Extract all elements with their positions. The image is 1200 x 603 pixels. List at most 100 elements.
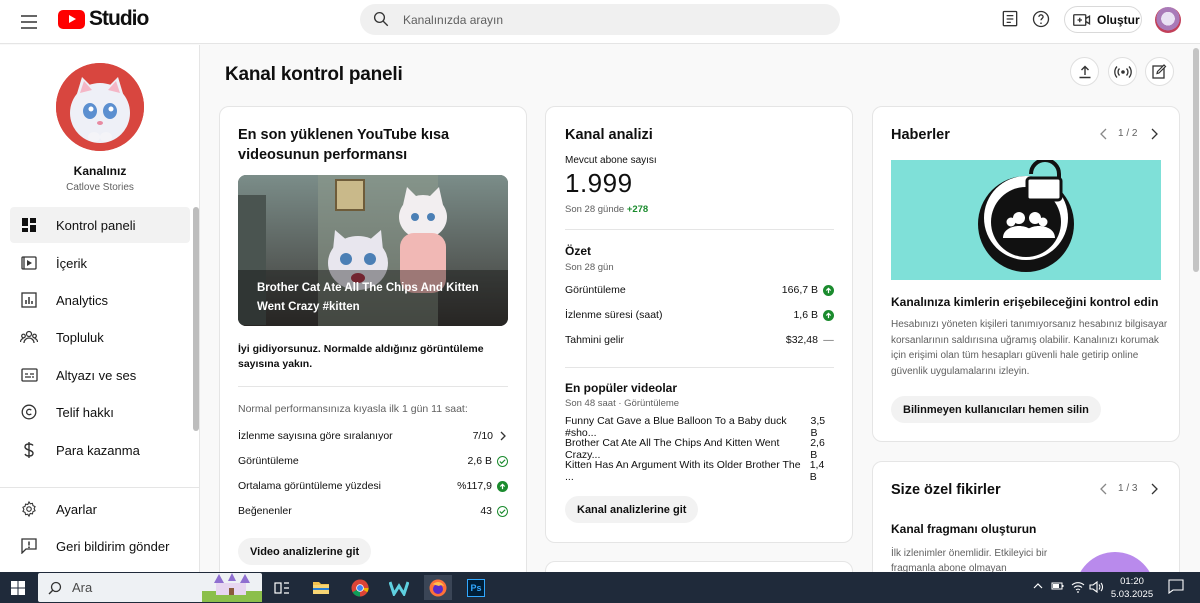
- create-button[interactable]: Oluştur: [1064, 6, 1142, 33]
- feedback-icon: [19, 536, 39, 556]
- video-analytics-button[interactable]: Video analizlerine git: [238, 538, 372, 565]
- check-circle-icon: [497, 455, 508, 467]
- card-title: Size özel fikirler: [891, 482, 1001, 498]
- upload-button[interactable]: [1070, 57, 1099, 86]
- live-broadcast-icon: [1113, 65, 1132, 79]
- stat-value: 43: [480, 505, 492, 517]
- card-title: Haberler: [891, 127, 950, 143]
- arrow-up-icon: [497, 480, 508, 492]
- help-icon[interactable]: [1031, 9, 1053, 31]
- card-title: Kanal analizi: [565, 127, 653, 143]
- sidebar-item-settings[interactable]: Ayarlar: [10, 491, 190, 527]
- photoshop-icon[interactable]: Ps: [462, 575, 490, 600]
- subtitles-icon: [19, 365, 39, 385]
- video-title: Brother Cat Ate All The Chips And Kitten…: [257, 282, 479, 313]
- chevron-right-icon[interactable]: [1149, 128, 1159, 140]
- performance-summary: İyi gidiyorsunuz. Normalde aldığınız gör…: [238, 343, 484, 370]
- popular-videos-title: En popüler videolar: [565, 381, 678, 395]
- video-thumbnail[interactable]: Brother Cat Ate All The Chips And Kitten…: [238, 175, 508, 326]
- clock-date: 5.03.2025: [1110, 589, 1154, 600]
- notification-icon[interactable]: [1168, 579, 1184, 594]
- firefox-icon[interactable]: [424, 575, 452, 600]
- ideas-pager: 1 / 3: [1118, 483, 1138, 494]
- wifi-icon[interactable]: [1071, 581, 1085, 593]
- subtitles-toolbar-icon[interactable]: [1000, 9, 1022, 31]
- volume-icon[interactable]: [1089, 581, 1103, 593]
- stat-label: Ortalama görüntüleme yüzdesi: [238, 480, 381, 492]
- windows-taskbar: Ara Ps 01:20 5.03.2025: [0, 572, 1200, 603]
- channel-avatar[interactable]: [56, 63, 144, 151]
- news-pager: 1 / 2: [1118, 128, 1138, 139]
- subscribers-change: +278: [626, 204, 649, 215]
- video-views: 2,6 B: [810, 437, 825, 461]
- divider: [238, 386, 508, 387]
- popular-video-row[interactable]: Brother Cat Ate All The Chips And Kitten…: [565, 437, 834, 461]
- hamburger-menu-icon[interactable]: [17, 10, 41, 34]
- likes-row: Beğenenler 43: [238, 503, 508, 519]
- search-icon: [48, 581, 62, 595]
- search-input[interactable]: [403, 4, 823, 35]
- chrome-icon[interactable]: [346, 575, 374, 600]
- popular-videos-period: Son 48 saat · Görüntüleme: [565, 398, 680, 409]
- castle-highlight-icon: [202, 573, 262, 602]
- sidebar-item-label: Telif hakkı: [56, 404, 114, 420]
- subscribers-label: Mevcut abone sayısı: [565, 155, 657, 166]
- taskbar-search[interactable]: Ara: [38, 573, 262, 602]
- account-avatar[interactable]: [1155, 7, 1181, 33]
- news-headline: Kanalınıza kimlerin erişebileceğini kont…: [891, 295, 1159, 309]
- popular-video-row[interactable]: Kitten Has An Argument With its Older Br…: [565, 459, 834, 483]
- summary-period: Son 28 gün: [565, 262, 614, 273]
- studio-logo[interactable]: Studio: [58, 7, 149, 30]
- ranking-row[interactable]: İzlenme sayısına göre sıralanıyor 7/10: [238, 428, 508, 444]
- create-post-button[interactable]: [1145, 57, 1174, 86]
- chevron-right-icon[interactable]: [1149, 483, 1159, 495]
- sidebar-item-content[interactable]: İçerik: [10, 245, 190, 281]
- sidebar-item-community[interactable]: Topluluk: [10, 319, 190, 355]
- popular-video-row[interactable]: Funny Cat Gave a Blue Balloon To a Baby …: [565, 415, 834, 439]
- windows-start-icon[interactable]: [4, 575, 32, 600]
- channel-analytics-button[interactable]: Kanal analizlerine git: [565, 496, 699, 523]
- page-scrollbar[interactable]: [1193, 48, 1199, 272]
- content-icon: [19, 253, 39, 273]
- search-bar[interactable]: [360, 4, 840, 35]
- dollar-icon: [19, 440, 39, 460]
- stat-label: İzlenme süresi (saat): [565, 309, 663, 321]
- news-card: Haberler 1 / 2 Kanalınıza kimlerin erişe…: [872, 106, 1180, 442]
- dashboard-icon: [19, 215, 39, 235]
- sidebar-item-analytics[interactable]: Analytics: [10, 282, 190, 318]
- taskbar-search-label: Ara: [72, 580, 93, 595]
- file-explorer-icon[interactable]: [307, 575, 335, 600]
- views-row: Görüntüleme 166,7 B: [565, 282, 834, 298]
- sidebar-item-copyright[interactable]: Telif hakkı: [10, 394, 190, 430]
- stat-value: 7/10: [472, 430, 493, 442]
- youtube-play-icon: [58, 9, 85, 29]
- sidebar-item-label: Altyazı ve ses: [56, 367, 137, 383]
- taskbar-clock[interactable]: 01:20 5.03.2025: [1108, 575, 1156, 601]
- stat-label: Görüntüleme: [238, 455, 299, 467]
- sidebar-item-feedback[interactable]: Geri bildirim gönder: [10, 528, 190, 564]
- filmora-icon[interactable]: [385, 575, 413, 600]
- channel-handle: Catlove Stories: [66, 182, 134, 193]
- video-title: Brother Cat Ate All The Chips And Kitten…: [565, 437, 780, 461]
- check-circle-icon: [497, 505, 508, 517]
- task-view-icon[interactable]: [268, 575, 296, 600]
- sidebar-scrollbar[interactable]: [193, 207, 199, 431]
- chevron-left-icon[interactable]: [1099, 483, 1109, 495]
- sidebar-item-label: Topluluk: [56, 329, 104, 345]
- stat-label: Görüntüleme: [565, 284, 626, 296]
- card-title: En son yüklenen YouTube kısa videosunun …: [238, 127, 450, 163]
- stat-label: Tahmini gelir: [565, 334, 624, 346]
- sidebar-item-subtitles[interactable]: Altyazı ve ses: [10, 357, 190, 393]
- logo-text: Studio: [89, 7, 149, 30]
- edit-icon: [1152, 64, 1167, 79]
- sidebar-item-monetization[interactable]: Para kazanma: [10, 432, 190, 468]
- chevron-left-icon[interactable]: [1099, 128, 1109, 140]
- chevron-up-icon[interactable]: [1033, 581, 1043, 591]
- battery-icon[interactable]: [1051, 581, 1065, 591]
- sidebar-item-dashboard[interactable]: Kontrol paneli: [10, 207, 190, 243]
- video-title: Funny Cat Gave a Blue Balloon To a Baby …: [565, 415, 787, 439]
- go-live-button[interactable]: [1108, 57, 1137, 86]
- stat-value: $32,48: [785, 334, 818, 346]
- news-body: Hesabınızı yöneten kişileri tanımıyorsan…: [891, 319, 1168, 377]
- remove-unknown-users-button[interactable]: Bilinmeyen kullanıcıları hemen silin: [891, 396, 1101, 423]
